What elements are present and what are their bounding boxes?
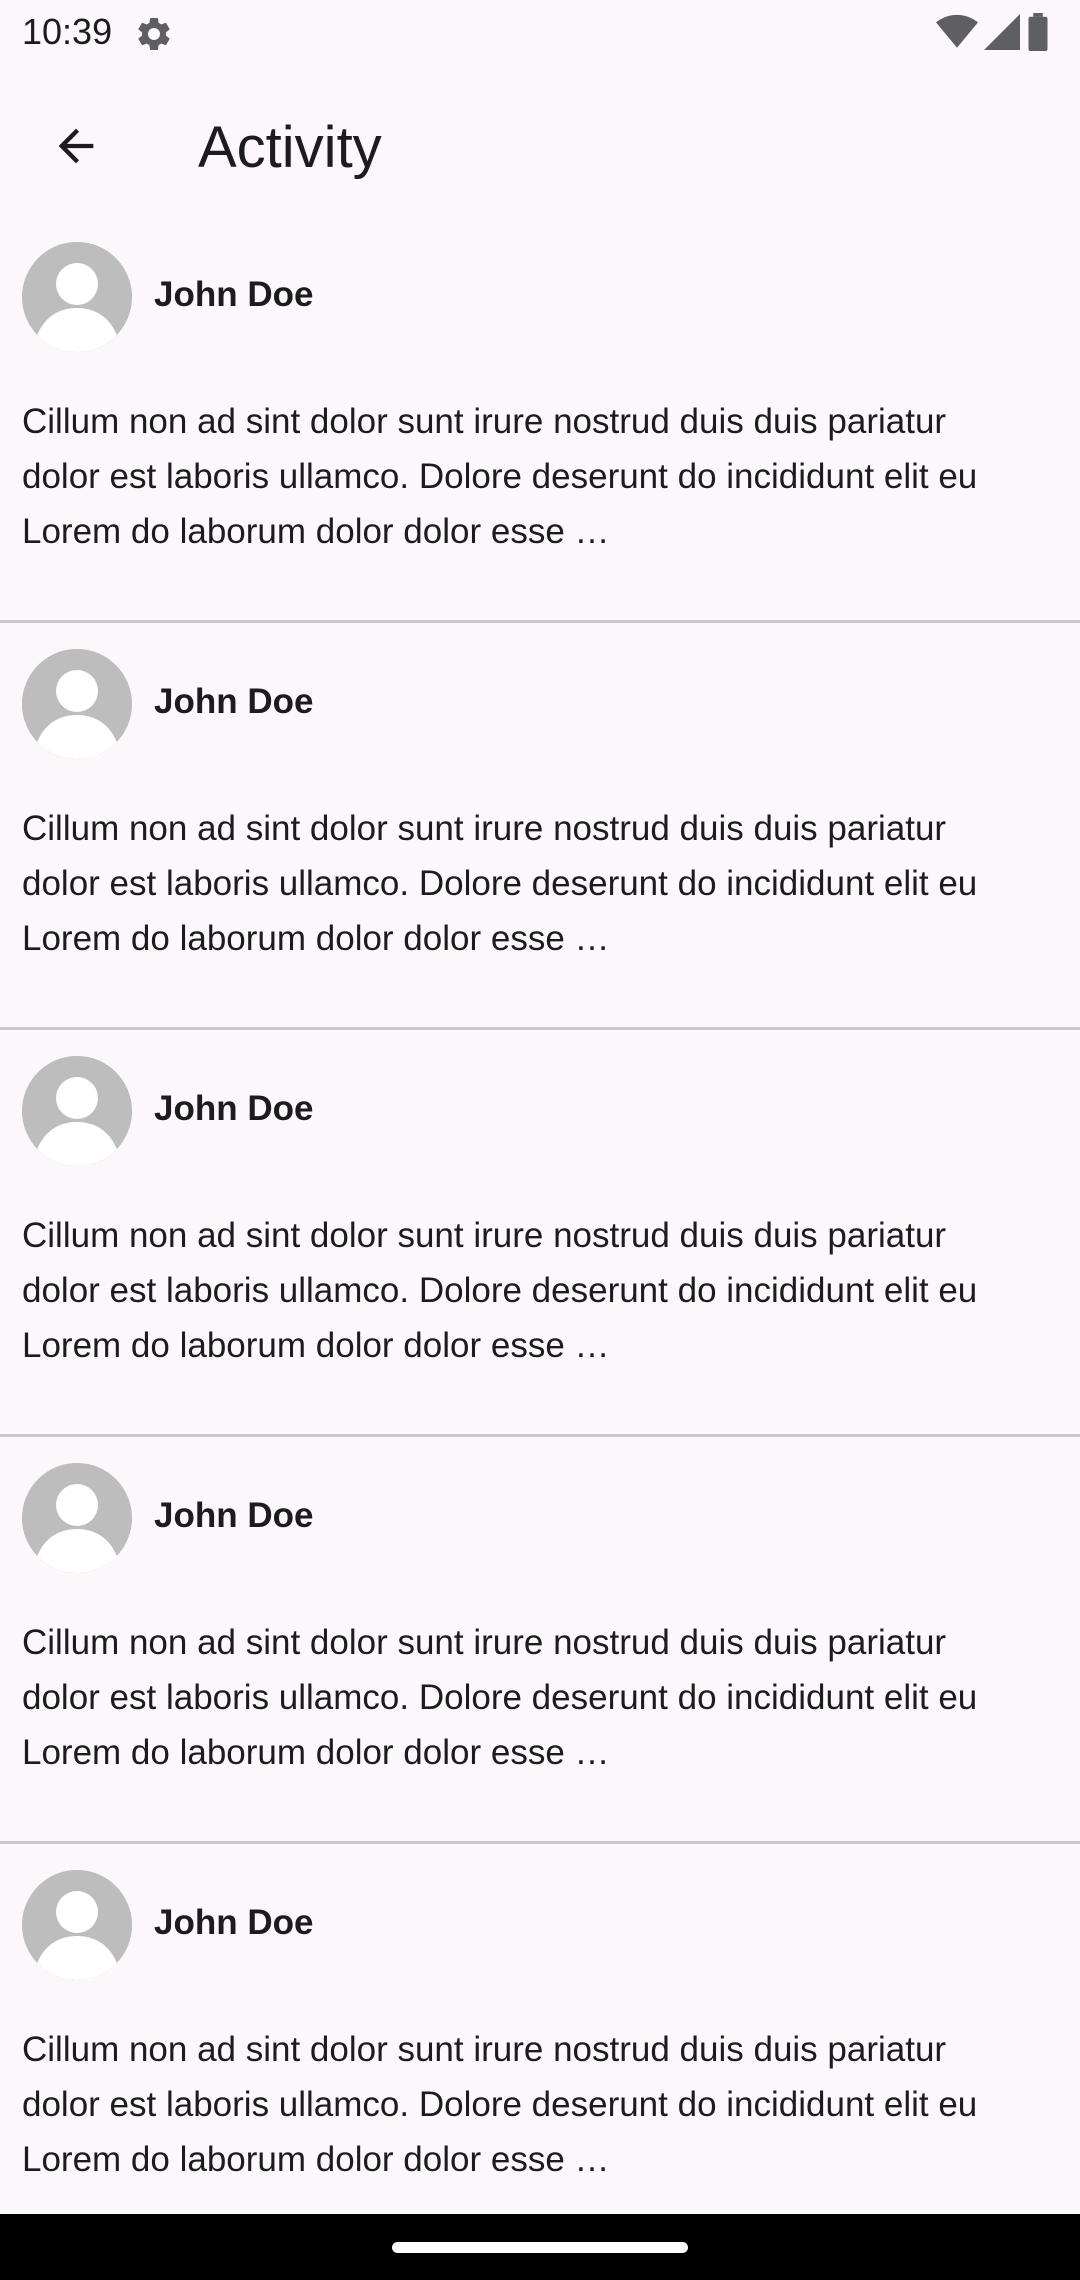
activity-text: Cillum non ad sint dolor sunt irure nost…	[22, 2030, 978, 2179]
activity-item[interactable]: John Doe Cillum non ad sint dolor sunt i…	[0, 1439, 1080, 1844]
user-name: John Doe	[154, 1089, 314, 1128]
person-icon	[22, 1463, 132, 1573]
back-button[interactable]	[36, 108, 116, 188]
activity-item[interactable]: John Doe Cillum non ad sint dolor sunt i…	[0, 1032, 1080, 1437]
user-name: John Doe	[154, 1903, 314, 1942]
wifi-icon	[936, 14, 978, 55]
activity-item[interactable]: John Doe Cillum non ad sint dolor sunt i…	[0, 625, 1080, 1030]
settings-gear-icon	[134, 14, 174, 54]
activity-list: John Doe Cillum non ad sint dolor sunt i…	[0, 218, 1080, 2253]
status-icons	[936, 12, 1050, 56]
user-name: John Doe	[154, 1496, 314, 1535]
arrow-back-icon	[50, 120, 102, 177]
page-title: Activity	[198, 115, 382, 180]
avatar	[22, 649, 132, 759]
status-bar: 10:39	[0, 0, 1080, 66]
activity-item[interactable]: John Doe Cillum non ad sint dolor sunt i…	[0, 1846, 1080, 2251]
avatar	[22, 1463, 132, 1573]
avatar	[22, 1056, 132, 1166]
top-app-bar: Activity	[0, 66, 1080, 218]
avatar	[22, 1870, 132, 1980]
activity-text: Cillum non ad sint dolor sunt irure nost…	[22, 402, 978, 551]
home-gesture-handle[interactable]	[392, 2242, 688, 2253]
battery-icon	[1026, 12, 1050, 56]
activity-text: Cillum non ad sint dolor sunt irure nost…	[22, 1216, 978, 1365]
activity-text: Cillum non ad sint dolor sunt irure nost…	[22, 1623, 978, 1772]
person-icon	[22, 1056, 132, 1166]
user-name: John Doe	[154, 682, 314, 721]
activity-text: Cillum non ad sint dolor sunt irure nost…	[22, 809, 978, 958]
person-icon	[22, 242, 132, 352]
avatar	[22, 242, 132, 352]
system-navigation-bar	[0, 2214, 1080, 2280]
cell-signal-icon	[984, 13, 1020, 55]
person-icon	[22, 649, 132, 759]
activity-item[interactable]: John Doe Cillum non ad sint dolor sunt i…	[0, 218, 1080, 623]
user-name: John Doe	[154, 275, 314, 314]
status-time: 10:39	[22, 11, 113, 52]
person-icon	[22, 1870, 132, 1980]
